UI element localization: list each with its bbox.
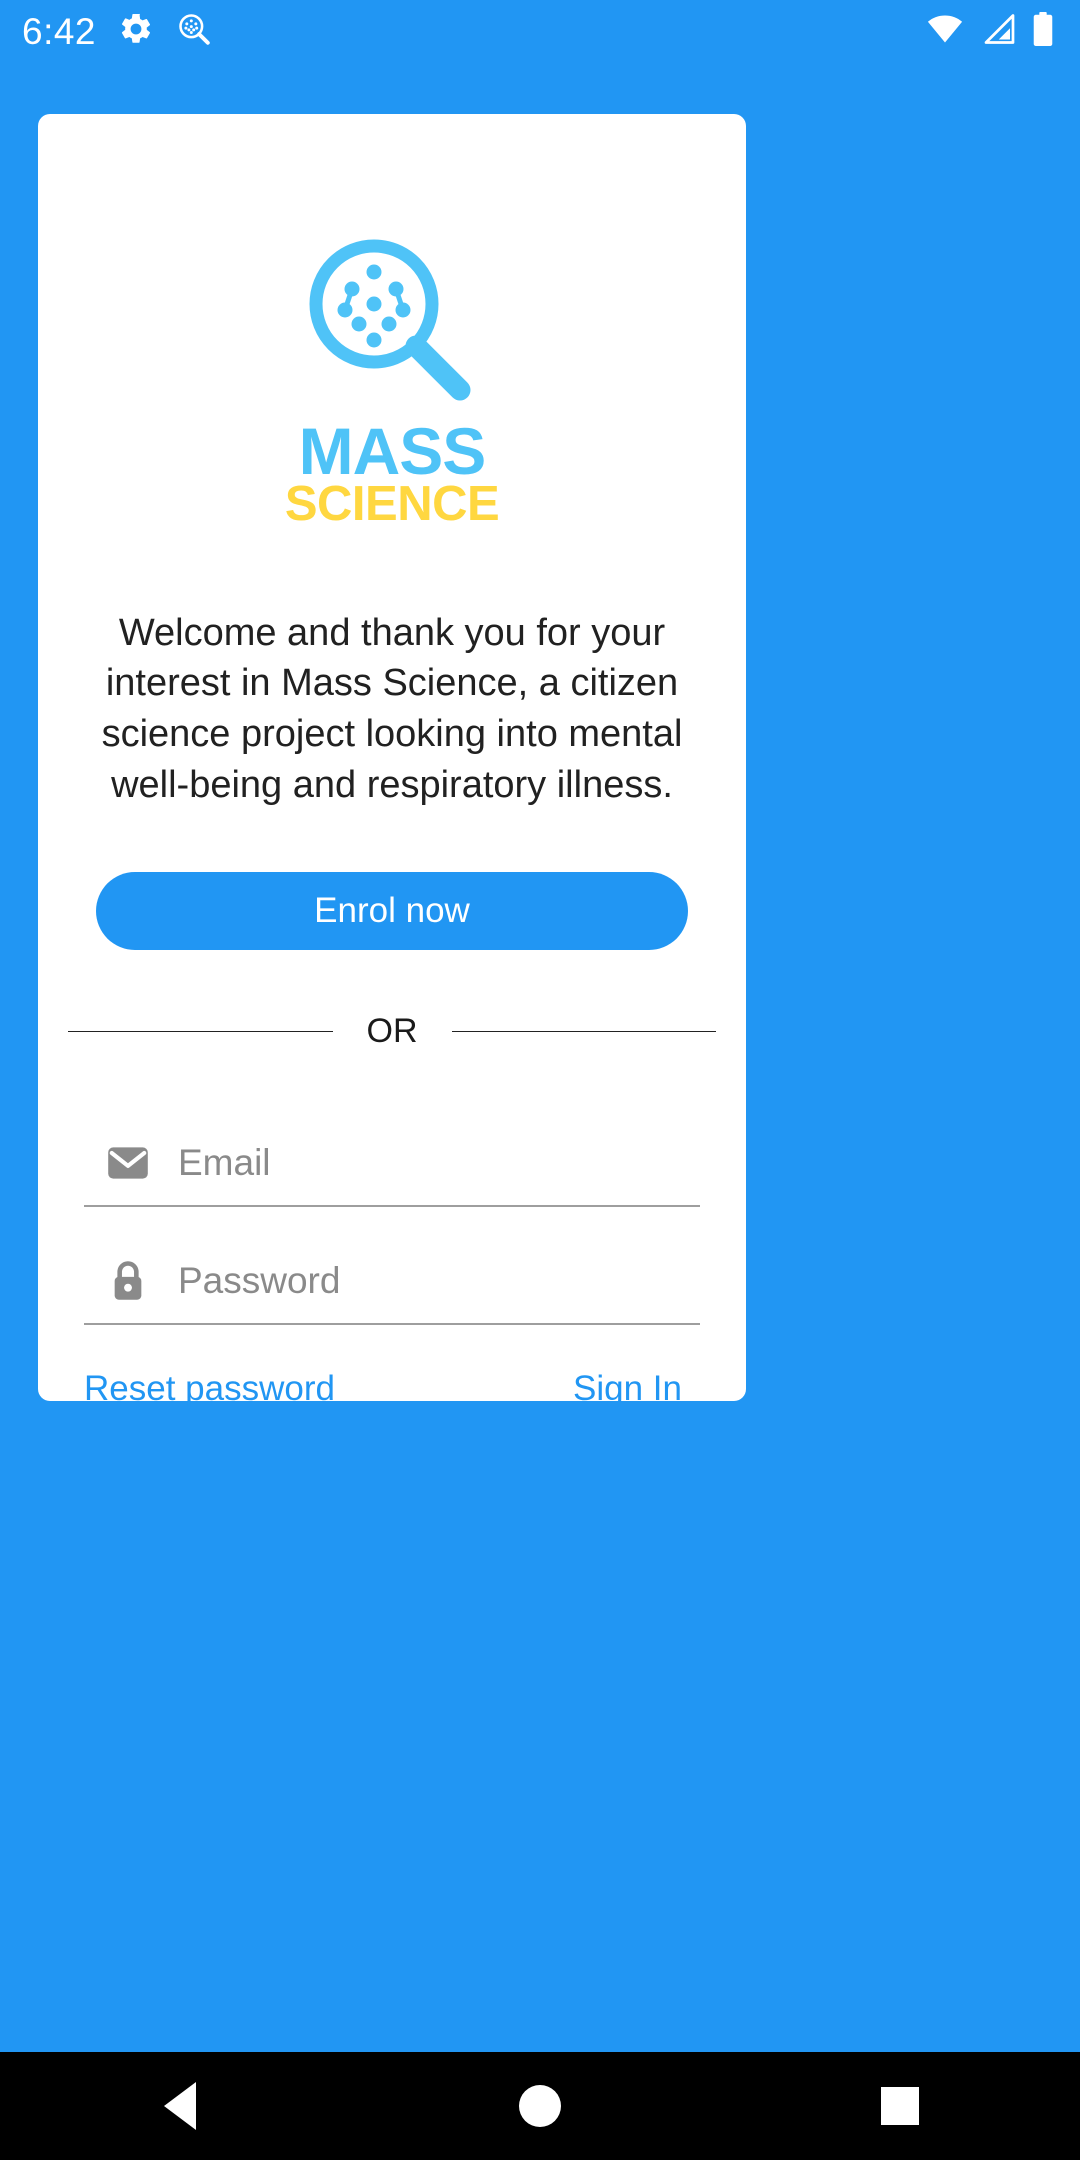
back-triangle-icon — [164, 2082, 196, 2130]
envelope-icon — [102, 1137, 154, 1189]
lock-icon — [102, 1255, 154, 1307]
status-bar: 6:42 — [0, 0, 1080, 62]
mass-science-app-icon — [176, 11, 212, 52]
android-navigation-bar — [0, 2052, 1080, 2160]
login-card: MASS SCIENCE Welcome and thank you for y… — [38, 114, 746, 1408]
divider-label: OR — [366, 1012, 418, 1051]
enrol-now-button[interactable]: Enrol now — [96, 872, 688, 951]
brand-wordmark: MASS SCIENCE — [284, 414, 500, 532]
welcome-message: Welcome and thank you for your interest … — [101, 611, 683, 806]
recents-square-icon — [881, 2087, 919, 2125]
status-bar-left: 6:42 — [22, 11, 212, 52]
divider-line-right — [451, 1031, 716, 1033]
password-field-row[interactable] — [84, 1239, 700, 1326]
credentials-form — [84, 1121, 700, 1326]
divider-line-left — [68, 1031, 333, 1033]
email-field-row[interactable] — [84, 1121, 700, 1208]
nav-recents-button[interactable] — [840, 2052, 960, 2160]
or-divider: OR — [68, 1012, 716, 1051]
brand-name-secondary: SCIENCE — [284, 477, 500, 532]
battery-icon — [1032, 11, 1054, 51]
form-links-row: Reset password Sign In — [84, 1369, 700, 1409]
nav-home-button[interactable] — [480, 2052, 600, 2160]
brand-name-primary: MASS — [298, 414, 487, 488]
enrol-button-container: Enrol now — [38, 872, 746, 951]
cellular-signal-icon — [980, 13, 1016, 49]
wifi-icon — [926, 14, 964, 49]
gear-icon — [118, 11, 154, 52]
nav-back-button[interactable] — [120, 2052, 240, 2160]
password-input[interactable] — [178, 1260, 700, 1303]
sign-in-link[interactable]: Sign In — [573, 1369, 682, 1409]
reset-password-link[interactable]: Reset password — [84, 1369, 335, 1409]
brand-logo: MASS SCIENCE — [38, 114, 746, 532]
home-circle-icon — [519, 2085, 561, 2127]
status-bar-right — [926, 11, 1054, 51]
email-input[interactable] — [178, 1142, 700, 1185]
magnifying-glass-logo-icon — [309, 239, 471, 401]
status-bar-clock: 6:42 — [22, 10, 97, 52]
